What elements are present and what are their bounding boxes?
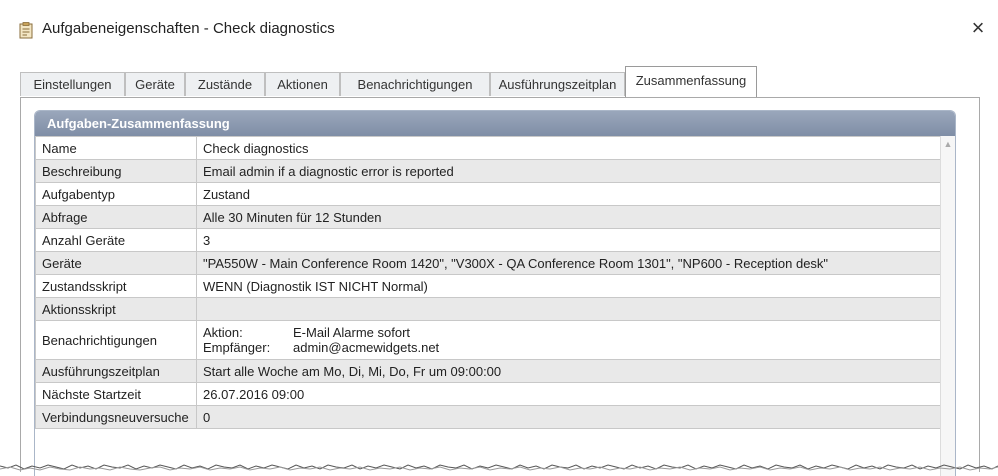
summary-header: Aufgaben-Zusammenfassung: [35, 111, 955, 136]
row-key: Beschreibung: [35, 159, 197, 183]
row-value: [196, 297, 943, 321]
row-value: Start alle Woche am Mo, Di, Mi, Do, Fr u…: [196, 359, 943, 383]
tab-aktionen[interactable]: Aktionen: [265, 72, 340, 96]
table-row: Benachrichtigungen Aktion: E-Mail Alarme…: [35, 320, 943, 360]
table-row: Geräte "PA550W - Main Conference Room 14…: [35, 251, 943, 275]
table-row: Aktionsskript: [35, 297, 943, 321]
row-key: Geräte: [35, 251, 197, 275]
tab-strip: Einstellungen Geräte Zustände Aktionen B…: [20, 66, 980, 98]
table-row: Verbindungsneuversuche 0: [35, 405, 943, 429]
table-row: Name Check diagnostics: [35, 136, 943, 160]
task-properties-icon: [19, 22, 33, 39]
row-key: Nächste Startzeit: [35, 382, 197, 406]
table-row: Anzahl Geräte 3: [35, 228, 943, 252]
row-value: Alle 30 Minuten für 12 Stunden: [196, 205, 943, 229]
row-key: Benachrichtigungen: [35, 320, 197, 360]
row-key: Verbindungsneuversuche: [35, 405, 197, 429]
tab-benachrichtigungen[interactable]: Benachrichtigungen: [340, 72, 490, 96]
row-value: 26.07.2016 09:00: [196, 382, 943, 406]
notification-action-line: Aktion: E-Mail Alarme sofort: [203, 325, 936, 340]
summary-table: Name Check diagnostics Beschreibung Emai…: [35, 136, 943, 429]
recipient-label: Empfänger:: [203, 340, 271, 355]
table-row: Aufgabentyp Zustand: [35, 182, 943, 206]
row-value: WENN (Diagnostik IST NICHT Normal): [196, 274, 943, 298]
row-key: Aufgabentyp: [35, 182, 197, 206]
table-row: Nächste Startzeit 26.07.2016 09:00: [35, 382, 943, 406]
row-key: Name: [35, 136, 197, 160]
row-key: Ausführungszeitplan: [35, 359, 197, 383]
tab-panel: Aufgaben-Zusammenfassung Name Check diag…: [20, 97, 980, 476]
tab-einstellungen[interactable]: Einstellungen: [20, 72, 125, 96]
row-value: Email admin if a diagnostic error is rep…: [196, 159, 943, 183]
table-row: Ausführungszeitplan Start alle Woche am …: [35, 359, 943, 383]
window-title: Aufgabeneigenschaften - Check diagnostic…: [42, 20, 335, 37]
vertical-scrollbar[interactable]: ▲: [940, 136, 955, 476]
action-value: E-Mail Alarme sofort: [293, 325, 411, 340]
action-label: Aktion:: [203, 325, 243, 340]
tab-zusammenfassung[interactable]: Zusammenfassung: [625, 66, 757, 98]
tab-geraete[interactable]: Geräte: [125, 72, 185, 96]
row-key: Abfrage: [35, 205, 197, 229]
close-button[interactable]: ×: [966, 16, 990, 40]
table-row: Zustandsskript WENN (Diagnostik IST NICH…: [35, 274, 943, 298]
tab-ausfuehrungszeitplan[interactable]: Ausführungszeitplan: [490, 72, 625, 96]
row-value: "PA550W - Main Conference Room 1420", "V…: [196, 251, 943, 275]
recipient-value: admin@acmewidgets.net: [293, 340, 440, 355]
notification-recipient-line: Empfänger: admin@acmewidgets.net: [203, 340, 936, 355]
summary-group: Aufgaben-Zusammenfassung Name Check diag…: [34, 110, 956, 476]
table-row: Beschreibung Email admin if a diagnostic…: [35, 159, 943, 183]
tab-zustaende[interactable]: Zustände: [185, 72, 265, 96]
row-value: 0: [196, 405, 943, 429]
scroll-up-arrow-icon[interactable]: ▲: [941, 138, 955, 150]
row-key: Aktionsskript: [35, 297, 197, 321]
row-value: Zustand: [196, 182, 943, 206]
row-key: Zustandsskript: [35, 274, 197, 298]
torn-edge: [0, 464, 998, 471]
table-row: Abfrage Alle 30 Minuten für 12 Stunden: [35, 205, 943, 229]
row-value: 3: [196, 228, 943, 252]
row-key: Anzahl Geräte: [35, 228, 197, 252]
title-bar: Aufgabeneigenschaften - Check diagnostic…: [0, 0, 998, 54]
row-value: Aktion: E-Mail Alarme sofort Empfänger: …: [196, 320, 943, 360]
row-value: Check diagnostics: [196, 136, 943, 160]
